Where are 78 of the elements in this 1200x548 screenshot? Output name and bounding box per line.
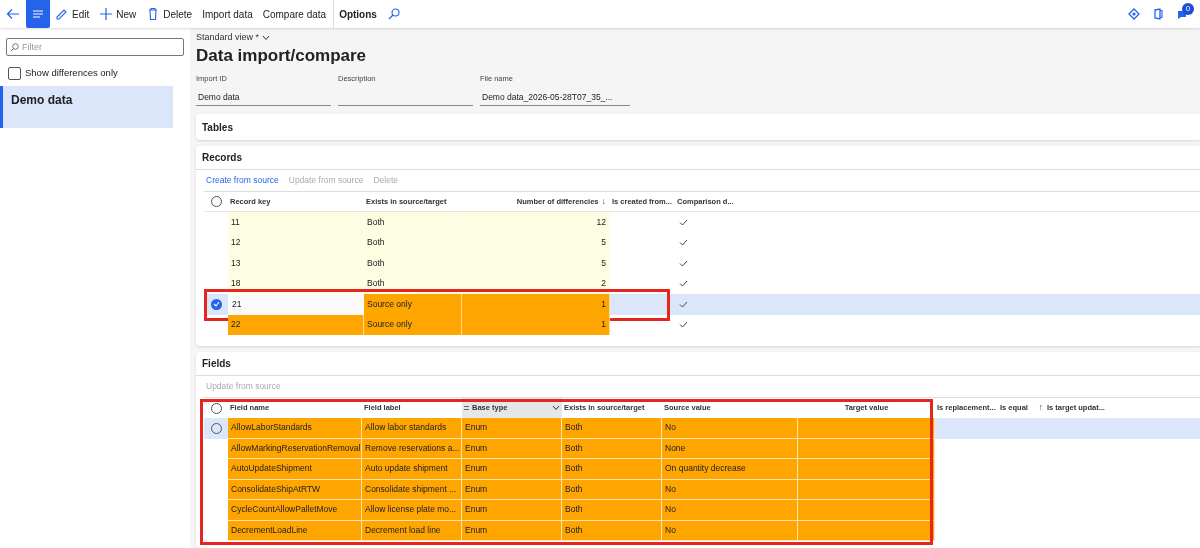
input-field[interactable]: Demo data_2026-05-28T07_35_... (480, 89, 630, 106)
checkbox-label: Show differences only (25, 66, 118, 80)
action-link[interactable]: Create from source (206, 174, 279, 187)
table-cell: Enum (462, 459, 562, 480)
notification-count: 0 (1182, 3, 1194, 15)
table-cell: Both (562, 500, 662, 521)
grip-icon[interactable] (464, 405, 469, 411)
section-title: Fields (202, 357, 231, 371)
pencil-icon[interactable] (55, 7, 69, 21)
section-title: Tables (202, 120, 233, 135)
selected-row[interactable]: AllowLaborStandards Allow labor standards Enum Both No (204, 418, 1200, 439)
table-cell: 5 (462, 232, 610, 253)
toolbar-button[interactable]: Import data (197, 0, 258, 28)
table-cell: 12 (462, 212, 610, 233)
page-title: Data import/compare (196, 45, 368, 67)
table-cell: Auto update shipment (362, 459, 462, 480)
table-cell: None (662, 438, 798, 459)
input-field[interactable]: Demo data (196, 89, 331, 106)
table-cell: Enum (462, 500, 562, 521)
toolbar-button[interactable]: Delete (141, 0, 198, 28)
checkbox[interactable] (8, 66, 21, 80)
table-cell: Enum (462, 479, 562, 500)
table-cell: Both (364, 253, 462, 274)
table-cell: On quantity decrease (662, 459, 798, 480)
table-cell: 11 (228, 212, 364, 233)
plus-icon[interactable] (99, 7, 114, 21)
table-cell: No (662, 520, 798, 541)
toolbar-button[interactable]: Edit (50, 0, 95, 28)
view-selector[interactable]: Standard view * (196, 31, 271, 44)
table-cell: Source only (364, 314, 462, 335)
notifications-button[interactable]: 0 (1170, 0, 1194, 28)
table-cell: Both (562, 479, 662, 500)
table-cell: DecrementLoadLine (228, 520, 362, 541)
chevron-down-icon[interactable] (262, 34, 271, 41)
table-cell: CycleCountAllowPalletMove (228, 500, 362, 521)
table-cell: 13 (228, 253, 364, 274)
table-cell: Allow license plate mo... (362, 500, 462, 521)
table-cell: AllowLaborStandards (228, 418, 362, 439)
table-cell: 5 (462, 253, 610, 274)
table-cell: Both (364, 232, 462, 253)
section-title: Records (202, 151, 242, 165)
table-cell: Enum (462, 438, 562, 459)
search-icon[interactable] (387, 8, 400, 20)
diamond-icon[interactable] (1128, 8, 1140, 20)
table-cell: AutoUpdateShipment (228, 459, 362, 480)
table-cell: Both (364, 212, 462, 233)
document-icon[interactable] (1153, 8, 1163, 20)
table-cell: Source only (364, 294, 462, 315)
table-cell: Enum (462, 418, 562, 439)
table-cell: 1 (462, 294, 610, 315)
table-cell: Both (562, 418, 662, 439)
table-cell: Both (562, 459, 662, 480)
table-cell: Decrement load line (362, 520, 462, 541)
table-cell: Both (562, 438, 662, 459)
chevron-down-icon[interactable] (552, 405, 560, 411)
table-cell: Both (562, 520, 662, 541)
table-cell: 12 (228, 232, 364, 253)
sidebar-item[interactable]: Demo data (0, 86, 173, 129)
search-icon (10, 42, 19, 52)
table-cell: No (662, 418, 798, 439)
toolbar-button[interactable]: Compare data (257, 0, 332, 28)
table-cell: 22 (228, 314, 364, 335)
table-cell: No (662, 500, 798, 521)
filter-field[interactable]: Filter (6, 38, 184, 56)
table-cell: ConsolidateShipAtRTW (228, 479, 362, 500)
table-cell: AllowMarkingReservationRemoval (228, 438, 362, 459)
table-cell: 1 (462, 314, 610, 335)
table-cell: Enum (462, 520, 562, 541)
table-cell: Remove reservations a... (362, 438, 462, 459)
back-arrow-icon[interactable] (6, 8, 20, 20)
input-field: 21 (228, 294, 364, 315)
table-cell: No (662, 479, 798, 500)
table-cell: Allow labor standards (362, 418, 462, 439)
sort-indicator[interactable]: ↑ (1038, 401, 1043, 415)
selected-row[interactable]: 21 Source only 1 (204, 294, 1200, 315)
toolbar-button[interactable]: New (94, 0, 142, 28)
sort-indicator[interactable]: ↓ (601, 194, 606, 209)
table-cell: Consolidate shipment ... (362, 479, 462, 500)
